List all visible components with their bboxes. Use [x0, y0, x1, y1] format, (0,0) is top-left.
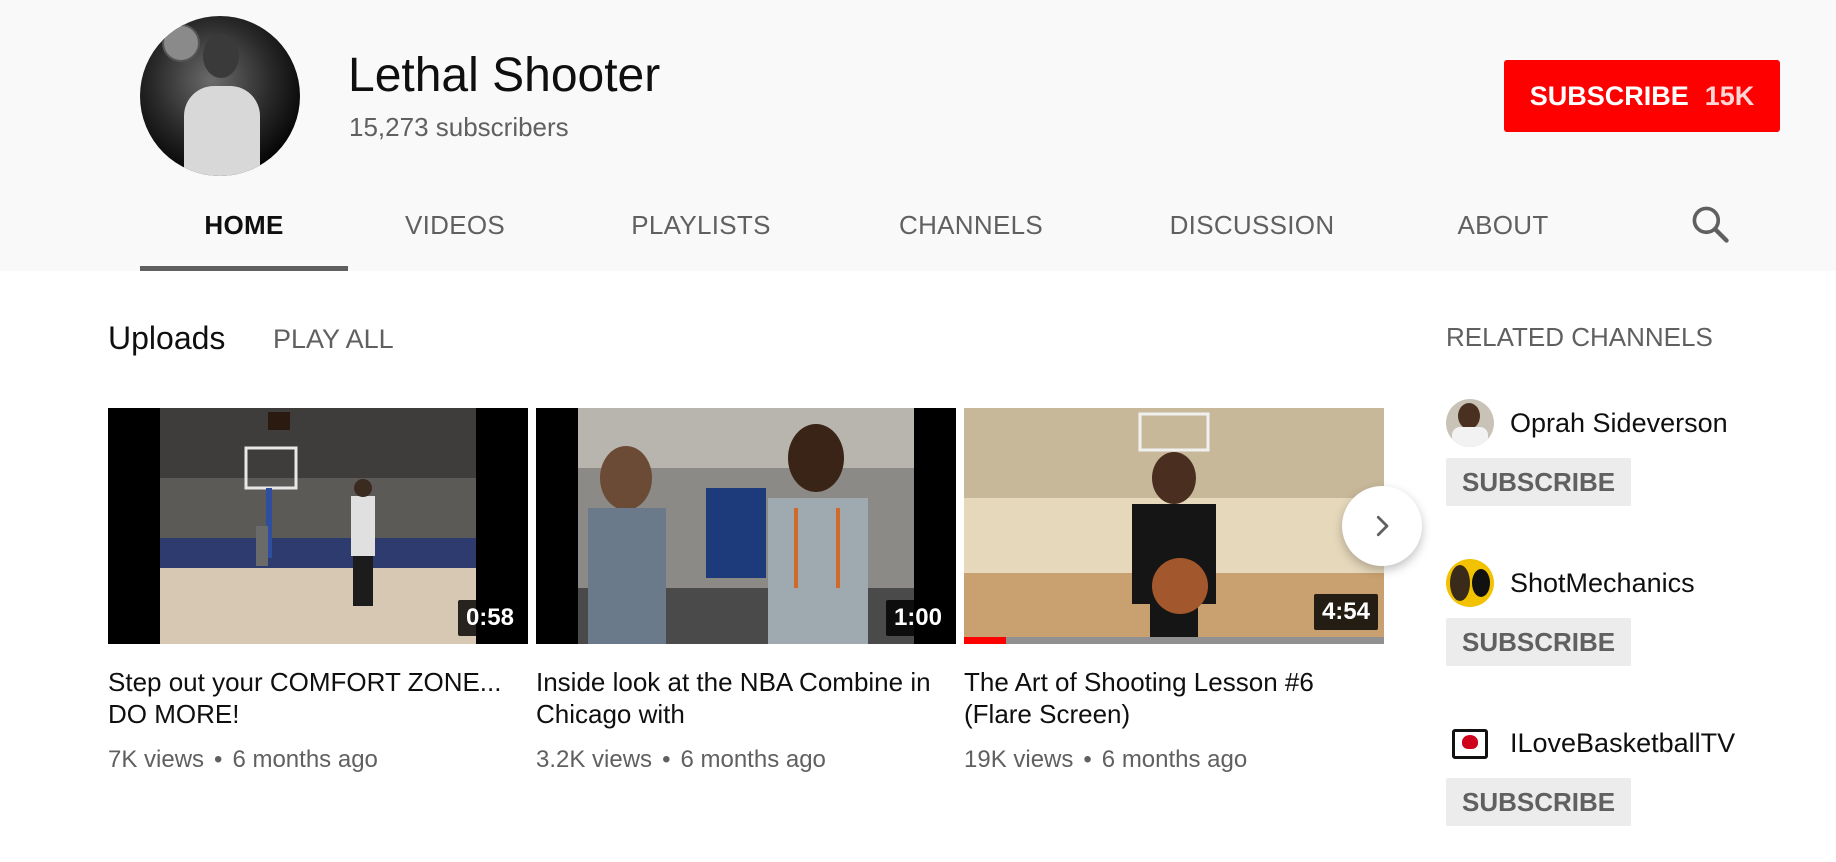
view-count: 19K views [964, 746, 1074, 773]
video-meta: 19K views • 6 months ago [964, 746, 1384, 774]
shelf-next-button[interactable] [1342, 486, 1422, 566]
subscribe-button[interactable]: SUBSCRIBE 15K [1504, 60, 1780, 132]
channel-avatar[interactable] [140, 16, 300, 176]
tab-discussion[interactable]: DISCUSSION [1102, 180, 1402, 271]
related-subscribe-button[interactable]: SUBSCRIBE [1446, 618, 1632, 666]
video-thumbnail[interactable]: 0:58 [108, 408, 528, 644]
related-channel: ILoveBasketballTV SUBSCRIBE [1446, 718, 1826, 826]
video-card: 1:00 Inside look at the NBA Combine in C… [536, 408, 956, 774]
video-thumbnail[interactable]: 1:00 [536, 408, 956, 644]
related-channel-avatar[interactable] [1446, 559, 1494, 607]
search-icon[interactable] [1688, 202, 1732, 246]
subscriber-count: 15,273 subscribers [349, 112, 569, 142]
related-channel-avatar[interactable] [1446, 719, 1494, 767]
related-channel: ShotMechanics SUBSCRIBE [1446, 558, 1826, 666]
subscribe-count: 15K [1704, 80, 1755, 111]
channel-name: Lethal Shooter [348, 49, 661, 102]
tab-about[interactable]: ABOUT [1402, 180, 1604, 271]
watch-progress-bar [964, 637, 1384, 644]
related-channel: Oprah Sideverson SUBSCRIBE [1446, 398, 1826, 506]
avatar-basketball [162, 24, 200, 62]
video-title[interactable]: The Art of Shooting Lesson #6 (Flare Scr… [964, 666, 1384, 730]
video-title[interactable]: Step out your COMFORT ZONE... DO MORE! [108, 666, 528, 730]
video-duration: 1:00 [885, 600, 950, 636]
meta-separator: • [1083, 746, 1092, 773]
related-subscribe-button[interactable]: SUBSCRIBE [1446, 778, 1632, 826]
play-all-button[interactable]: PLAY ALL [273, 324, 394, 355]
video-title[interactable]: Inside look at the NBA Combine in Chicag… [536, 666, 956, 730]
related-subscribe-button[interactable]: SUBSCRIBE [1446, 458, 1632, 506]
meta-separator: • [662, 746, 671, 773]
subscribe-label: SUBSCRIBE [1529, 80, 1689, 111]
avatar-head [203, 34, 239, 78]
channel-tabs: HOME VIDEOS PLAYLISTS CHANNELS DISCUSSIO… [140, 180, 1604, 271]
view-count: 7K views [108, 746, 205, 773]
video-thumbnail[interactable]: 4:54 [964, 408, 1384, 644]
upload-age: 6 months ago [680, 746, 826, 773]
tab-videos[interactable]: VIDEOS [348, 180, 562, 271]
watch-progress-fill [964, 637, 1006, 644]
view-count: 3.2K views [536, 746, 653, 773]
uploads-heading: Uploads [108, 320, 226, 356]
related-channel-name[interactable]: ILoveBasketballTV [1510, 728, 1735, 759]
related-channel-avatar[interactable] [1446, 399, 1494, 447]
upload-age: 6 months ago [1101, 746, 1248, 773]
tab-playlists[interactable]: PLAYLISTS [562, 180, 840, 271]
video-card: 0:58 Step out your COMFORT ZONE... DO MO… [108, 408, 528, 774]
related-channels-heading: RELATED CHANNELS [1446, 322, 1713, 352]
related-channel-name[interactable]: Oprah Sideverson [1510, 408, 1728, 439]
avatar-torso [184, 86, 260, 176]
channel-header: Lethal Shooter 15,273 subscribers SUBSCR… [0, 0, 1836, 271]
video-duration: 4:54 [1313, 594, 1378, 630]
video-card: 4:54 The Art of Shooting Lesson #6 (Flar… [964, 408, 1384, 774]
upload-age: 6 months ago [232, 746, 378, 773]
related-channel-name[interactable]: ShotMechanics [1510, 568, 1695, 599]
chevron-right-icon [1376, 515, 1389, 537]
video-duration: 0:58 [457, 600, 522, 636]
video-meta: 7K views • 6 months ago [108, 746, 528, 774]
tab-home[interactable]: HOME [140, 180, 348, 271]
tab-channels[interactable]: CHANNELS [840, 180, 1102, 271]
video-meta: 3.2K views • 6 months ago [536, 746, 956, 774]
meta-separator: • [214, 746, 223, 773]
